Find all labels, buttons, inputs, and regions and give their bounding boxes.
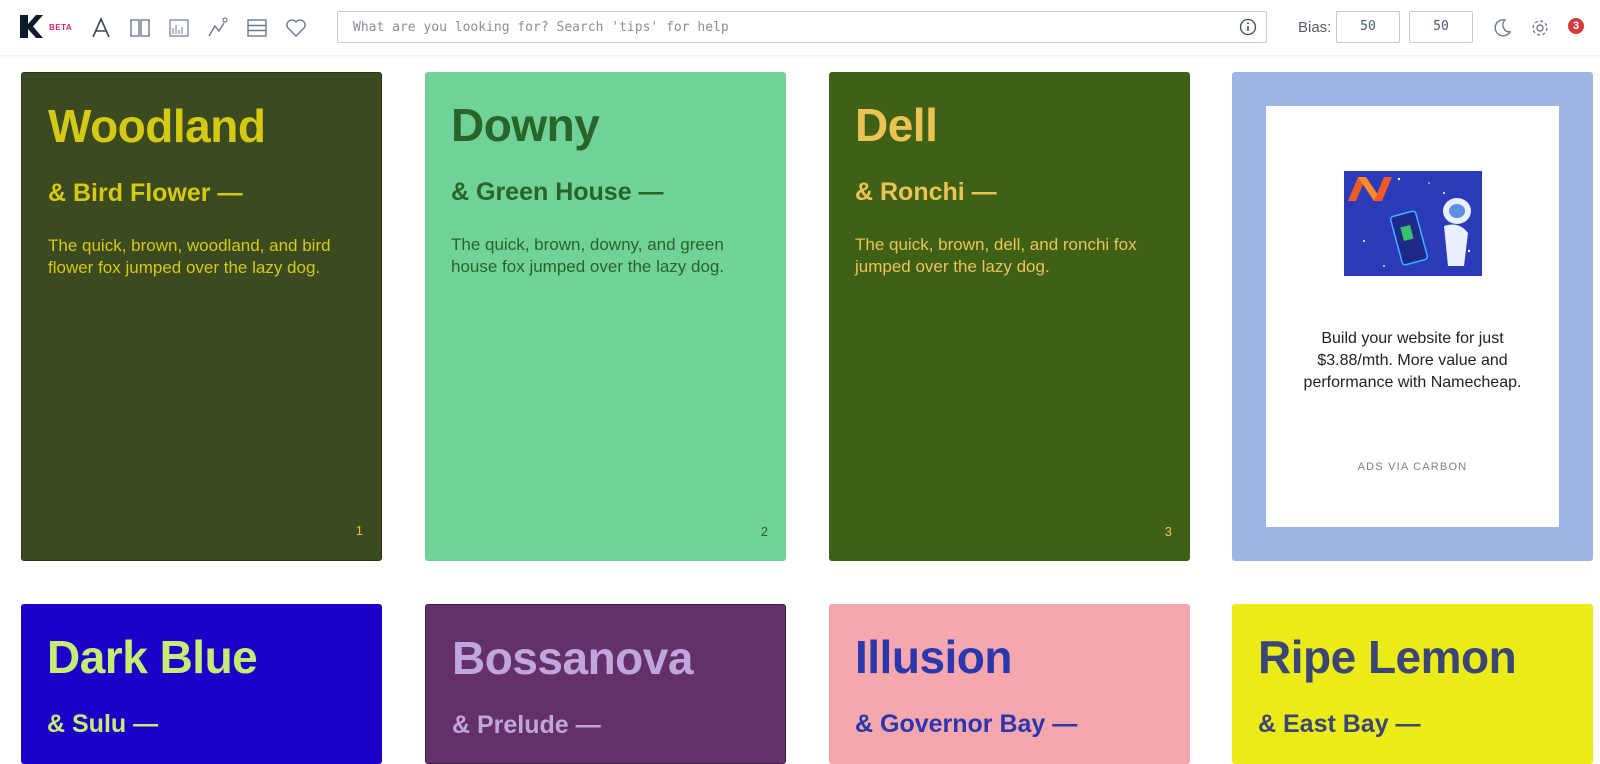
ad-image[interactable] <box>1344 171 1482 276</box>
card-pair: & East Bay — <box>1258 710 1421 738</box>
bias-right-input[interactable]: 50 <box>1409 11 1473 43</box>
card-number: 3 <box>1164 524 1172 539</box>
font-pair-card[interactable]: Woodland & Bird Flower — The quick, brow… <box>21 72 382 561</box>
card-title: Woodland <box>48 100 266 152</box>
font-pair-card[interactable]: Dell & Ronchi — The quick, brown, dell, … <box>829 72 1190 561</box>
font-pair-card[interactable]: Illusion & Governor Bay — <box>829 604 1190 764</box>
logo-icon[interactable] <box>20 15 43 38</box>
card-title: Dark Blue <box>47 631 258 683</box>
ad-panel[interactable]: Build your website for just $3.88/mth. M… <box>1266 106 1559 527</box>
card-pair: & Governor Bay — <box>855 710 1078 738</box>
card-sample-text: The quick, brown, woodland, and bird flo… <box>48 236 331 277</box>
ad-via-link[interactable]: ADS VIA CARBON <box>1266 461 1559 473</box>
card-title: Illusion <box>855 631 1013 683</box>
heart-icon[interactable] <box>284 16 308 40</box>
carbon-ad[interactable]: Build your website for just $3.88/mth. M… <box>1232 72 1593 561</box>
font-icon[interactable] <box>89 16 113 40</box>
notification-badge[interactable]: 3 <box>1568 18 1584 34</box>
beta-badge: BETA <box>49 23 73 32</box>
font-pair-card[interactable]: Dark Blue & Sulu — <box>21 604 382 764</box>
gear-icon[interactable] <box>1528 16 1552 40</box>
card-pair: & Green House — <box>451 178 664 206</box>
chart-icon[interactable] <box>167 16 191 40</box>
card-sample-text: The quick, brown, dell, and ronchi fox j… <box>855 235 1137 276</box>
top-toolbar: BETA Bias: 50 50 3 <box>0 0 1600 55</box>
rows-icon[interactable] <box>245 16 269 40</box>
font-pair-card[interactable]: Ripe Lemon & East Bay — <box>1232 604 1593 764</box>
bias-label: Bias: <box>1298 19 1332 36</box>
draw-icon[interactable] <box>206 16 230 40</box>
card-pair: & Ronchi — <box>855 178 997 206</box>
dark-mode-icon[interactable] <box>1490 16 1514 40</box>
card-pair: & Sulu — <box>47 710 159 738</box>
info-icon[interactable] <box>1239 18 1257 36</box>
card-number: 2 <box>760 524 768 539</box>
card-title: Dell <box>855 99 938 151</box>
columns-icon[interactable] <box>128 16 152 40</box>
card-title: Ripe Lemon <box>1258 631 1517 683</box>
card-pair: & Bird Flower — <box>48 179 243 207</box>
card-title: Downy <box>451 99 600 151</box>
font-pair-card[interactable]: Downy & Green House — The quick, brown, … <box>425 72 786 561</box>
card-number: 1 <box>355 523 363 538</box>
bias-left-input[interactable]: 50 <box>1336 11 1400 43</box>
card-title: Bossanova <box>452 632 693 684</box>
search-field[interactable] <box>337 11 1267 43</box>
search-input[interactable] <box>353 12 1213 42</box>
font-pair-card[interactable]: Bossanova & Prelude — <box>425 604 786 764</box>
ad-text[interactable]: Build your website for just $3.88/mth. M… <box>1296 328 1529 394</box>
card-pair: & Prelude — <box>452 711 601 739</box>
card-sample-text: The quick, brown, downy, and green house… <box>451 235 725 276</box>
